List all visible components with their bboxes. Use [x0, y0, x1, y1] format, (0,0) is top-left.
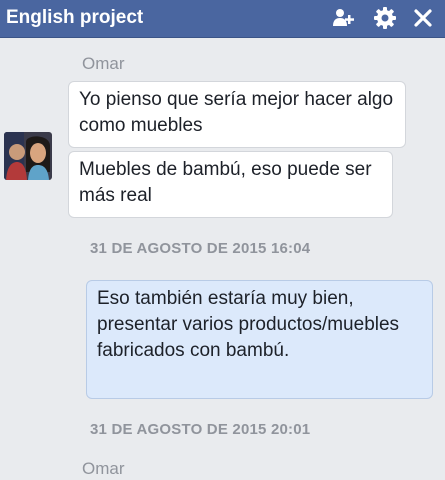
avatar[interactable] — [4, 132, 52, 180]
sender-name: Omar — [82, 459, 125, 478]
close-icon[interactable] — [411, 6, 435, 30]
message-bubble: Yo pienso que sería mejor hacer algo com… — [68, 81, 406, 148]
chat-title[interactable]: English project — [6, 7, 143, 29]
message-list: Omar Yo pienso que sería mejor hacer alg… — [0, 38, 445, 480]
own-message-bubble: Eso también estaría muy bien, presentar … — [86, 280, 433, 399]
gear-icon[interactable] — [373, 6, 397, 30]
sender-name: Omar — [82, 54, 125, 73]
timestamp: 31 DE AGOSTO DE 2015 20:01 — [90, 421, 311, 438]
timestamp: 31 DE AGOSTO DE 2015 16:04 — [90, 240, 311, 257]
message-bubble: Muebles de bambú, eso puede ser más real — [68, 151, 393, 218]
add-person-icon[interactable] — [331, 6, 355, 30]
chat-header: English project — [0, 0, 445, 38]
